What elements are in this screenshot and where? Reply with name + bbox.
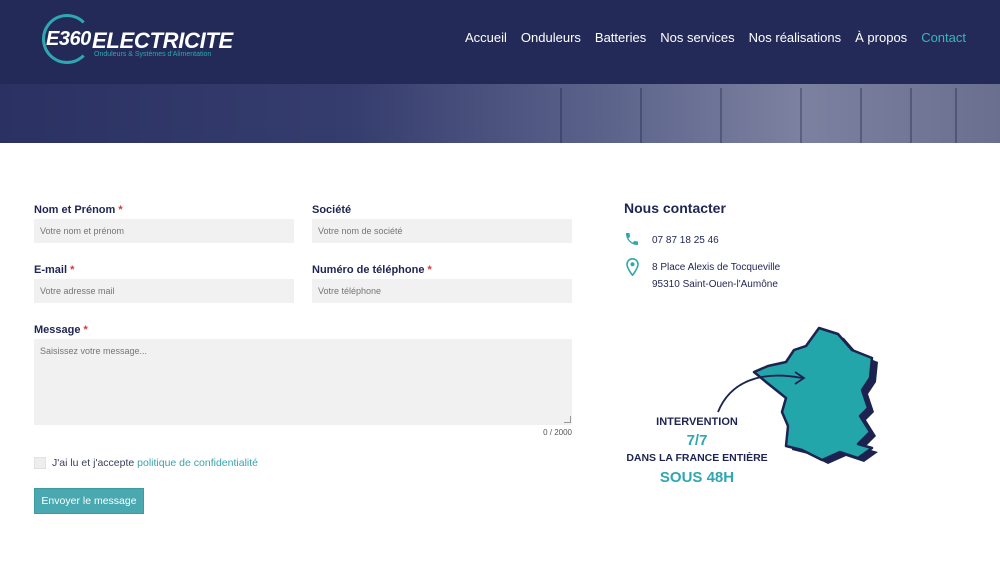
email-input[interactable] [34,279,294,303]
phone-input[interactable] [312,279,572,303]
company-label-text: Société [312,204,352,216]
name-input[interactable] [34,219,294,243]
name-label-text: Nom et Prénom [34,204,116,216]
textarea-resize-handle[interactable] [564,416,571,423]
logo-tagline: Onduleurs & Systèmes d'Alimentation [94,51,212,58]
nav-item-realisations[interactable]: Nos réalisations [749,30,842,45]
site-logo[interactable]: E360 ELECTRICITE Onduleurs & Systèmes d'… [40,12,233,68]
email-label-text: E-mail [34,264,68,276]
promo-delay: SOUS 48H [659,469,735,486]
battery-rack-decor [720,88,780,143]
map-pin-icon [626,258,639,276]
nav-item-batteries[interactable]: Batteries [595,30,646,45]
nav-item-accueil[interactable]: Accueil [465,30,507,45]
character-counter: 0 / 2000 [543,428,572,437]
promo-coverage: DANS LA FRANCE ENTIÈRE [626,452,768,464]
promo-availability: 7/7 [686,432,708,449]
nav-item-a-propos[interactable]: À propos [855,30,907,45]
company-label: Société [312,204,351,216]
battery-rack-decor [560,88,620,143]
contact-title: Nous contacter [624,200,726,216]
submit-button[interactable]: Envoyer le message [34,488,144,514]
contact-phone[interactable]: 07 87 18 25 46 [652,235,719,246]
name-label: Nom et Prénom * [34,204,123,216]
logo-mark: E360 [46,28,91,50]
consent-label: J'ai lu et j'accepte [52,457,135,469]
required-marker: * [427,264,432,276]
consent-checkbox[interactable] [34,457,46,469]
phone-icon [626,233,638,245]
battery-rack-decor [800,88,860,143]
nav-item-services[interactable]: Nos services [660,30,734,45]
contact-address-line1: 8 Place Alexis de Tocqueville [652,262,781,273]
message-textarea[interactable] [34,339,572,425]
battery-rack-decor [910,88,950,143]
phone-label-text: Numéro de téléphone [312,264,425,276]
consent-text: J'ai lu et j'accepte politique de confid… [52,457,258,469]
main-nav: Accueil Onduleurs Batteries Nos services… [465,30,966,45]
france-map-shape [752,326,874,462]
message-label: Message * [34,324,88,336]
nav-item-onduleurs[interactable]: Onduleurs [521,30,581,45]
battery-rack-decor [860,88,900,143]
nav-item-contact[interactable]: Contact [921,30,966,45]
required-marker: * [83,324,88,336]
battery-rack-decor [955,88,995,143]
battery-rack-decor [640,88,700,143]
company-input[interactable] [312,219,572,243]
promo-intervention: INTERVENTION [656,416,738,428]
privacy-policy-link[interactable]: politique de confidentialité [137,457,258,469]
phone-label: Numéro de téléphone * [312,264,432,276]
message-label-text: Message [34,324,81,336]
required-marker: * [70,264,75,276]
site-header: E360 ELECTRICITE Onduleurs & Systèmes d'… [0,0,1000,84]
hero-banner-image [0,84,1000,143]
required-marker: * [118,204,123,216]
email-label: E-mail * [34,264,74,276]
contact-address-line2: 95310 Saint-Ouen-l'Aumône [652,279,778,290]
